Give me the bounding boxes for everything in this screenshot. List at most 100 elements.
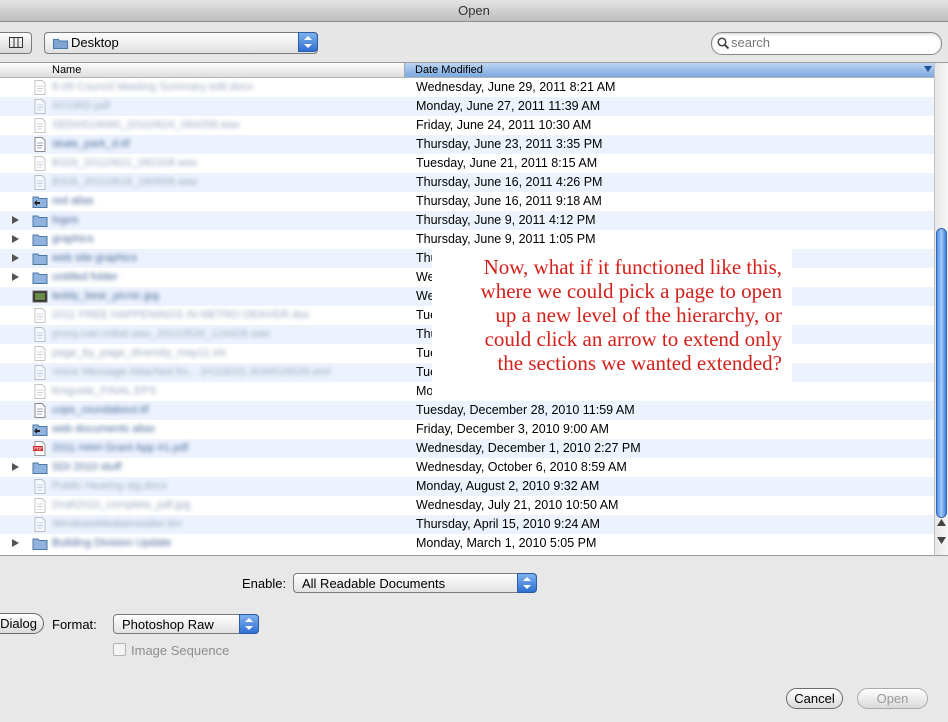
folder-icon [32,538,48,550]
image-sequence-checkbox[interactable] [113,643,126,656]
format-label: Format: [52,617,97,632]
audio-file-icon [34,156,46,171]
disclosure-triangle-icon[interactable] [12,273,19,281]
tiff-file-icon [34,137,46,152]
folder-icon [32,462,48,474]
file-date: Monday, June 27, 2011 11:39 AM [416,99,601,113]
pdf-doc-icon [34,99,46,114]
format-stepper[interactable] [239,614,259,634]
vertical-scrollbar[interactable] [934,63,948,555]
file-row[interactable]: ACORD.pdf Monday, June 27, 2011 11:39 AM [0,97,934,116]
audio-file-icon [34,118,46,133]
file-name: proxy.narr.initial.wav_20110526_124428.w… [52,328,271,340]
file-browser: Name Date Modified 8-09 Council Meeting … [0,62,948,556]
scroll-down-icon[interactable] [937,537,946,544]
file-date: Monday, August 2, 2010 9:32 AM [416,479,600,493]
column-header: Name Date Modified [0,63,935,78]
open-button[interactable]: Open [857,688,928,709]
enable-stepper[interactable] [517,573,537,593]
disclosure-triangle-icon[interactable] [12,235,19,243]
file-date: Wednesday, July 21, 2010 10:50 AM [416,498,619,512]
svg-text:PDF: PDF [34,446,43,451]
search-input[interactable] [731,35,931,50]
dialog-button-label: Dialog [0,616,37,631]
file-date: Thursday, June 23, 2011 3:35 PM [416,137,603,151]
file-name: Draft2010_complete_pdf.jpg [52,499,191,511]
enable-popup[interactable]: All Readable Documents [293,573,537,593]
xls-file-icon [34,346,46,361]
file-name: web site graphics [52,252,137,264]
file-date: Thursday, April 15, 2010 9:24 AM [416,517,600,531]
file-date: Friday, June 24, 2011 10:30 AM [416,118,592,132]
cancel-button[interactable]: Cancel [786,688,843,709]
docx-icon [34,80,46,95]
columns-view-icon [9,37,23,48]
pdf-icon: PDF [33,441,46,456]
dialog-button[interactable]: Dialog [0,613,44,634]
file-name: WindowsMediaInstaller.bin [52,518,183,530]
file-name: red alias [52,195,94,207]
file-date: Tuesday, June 21, 2011 8:15 AM [416,156,598,170]
name-column-header[interactable]: Name [52,64,81,76]
date-modified-column-header[interactable]: Date Modified [404,63,935,77]
tiff-file-icon [34,403,46,418]
folder-icon [32,272,48,284]
file-row[interactable]: B326_20110616_160958.wav Thursday, June 1… [0,173,934,192]
jpg-file-icon [34,498,46,513]
file-date: Friday, December 3, 2010 9:00 AM [416,422,609,436]
scroll-thumb[interactable] [936,228,947,518]
scroll-up-icon[interactable] [937,519,946,526]
file-date: Thursday, June 9, 2011 1:05 PM [416,232,596,246]
sort-descending-icon [924,66,932,72]
file-row[interactable]: SEDHS19060_20110624_084258.wav Friday, Ju… [0,116,934,135]
file-date: Wednesday, December 1, 2010 2:27 PM [416,441,641,455]
disclosure-triangle-icon[interactable] [12,463,19,471]
file-name: logos [52,214,79,226]
file-row[interactable]: Draft2010_complete_pdf.jpg Wednesday, Jul… [0,496,934,515]
file-row[interactable]: 8-09 Council Meeting Summary edit.docx We… [0,78,934,97]
file-row[interactable]: red alias Thursday, June 16, 2011 9:18 AM [0,192,934,211]
file-name: 2011 FREE HAPPENINGS IN METRO DENVER.doc [52,309,310,321]
file-row[interactable]: skate_park_d.tif Thursday, June 23, 2011 … [0,135,934,154]
file-date: Monday, March 1, 2010 5:05 PM [416,536,597,550]
file-row[interactable]: WindowsMediaInstaller.bin Thursday, April… [0,515,934,534]
disclosure-triangle-icon[interactable] [12,216,19,224]
file-row[interactable]: cops_roundabout.tif Tuesday, December 28,… [0,401,934,420]
file-row[interactable]: web documents alias Friday, December 3, 2… [0,420,934,439]
image-sequence-label: Image Sequence [131,643,230,658]
folder-icon [32,234,48,246]
file-row[interactable]: logos Thursday, June 9, 2011 4:12 PM [0,211,934,230]
file-name: teddy_bear_picnic.jpg [52,290,160,302]
annotation-line: the sections we wanted extended? [497,351,782,375]
search-field[interactable] [711,32,942,55]
annotation-line: where we could pick a page to open [480,279,782,303]
file-name: SEDHS19060_20110624_084258.wav [52,119,241,131]
disclosure-triangle-icon[interactable] [12,539,19,547]
file-date: Thursday, June 16, 2011 4:26 PM [416,175,603,189]
file-name: page_by_page_diversity_may11.xls [52,347,227,359]
doc-file-icon [34,308,46,323]
file-row[interactable]: Building Division Update Monday, March 1,… [0,534,934,553]
file-row[interactable]: PDF 2011 HAH Grant App #1.pdf Wednesday, D… [0,439,934,458]
file-row[interactable]: B326_20110621_082208.wav Tuesday, June 21… [0,154,934,173]
disclosure-triangle-icon[interactable] [12,254,19,262]
file-row[interactable]: Public Hearing sig.docx Monday, August 2,… [0,477,934,496]
folder-icon [32,253,48,265]
audio-file-icon [34,327,46,342]
annotation-line: could click an arrow to extend only [484,327,782,351]
file-name: Public Hearing sig.docx [52,480,167,492]
file-row[interactable]: graphics Thursday, June 9, 2011 1:05 PM [0,230,934,249]
toolbar: Desktop [0,22,948,62]
location-label: Desktop [71,35,119,50]
file-row[interactable]: SDI 2010 stuff Wednesday, October 6, 2010… [0,458,934,477]
eps-file-icon [34,384,46,399]
file-date: Tuesday, December 28, 2010 11:59 AM [416,403,635,417]
location-popup[interactable]: Desktop [44,32,318,54]
format-popup[interactable]: Photoshop Raw [113,614,259,634]
column-view-button[interactable] [0,32,32,54]
annotation-line: Now, what if it functioned like this, [483,255,782,279]
location-stepper[interactable] [298,32,318,52]
file-name: SDI 2010 stuff [52,461,122,473]
file-name: Building Division Update [52,537,172,549]
file-date: Wednesday, June 29, 2011 8:21 AM [416,80,616,94]
